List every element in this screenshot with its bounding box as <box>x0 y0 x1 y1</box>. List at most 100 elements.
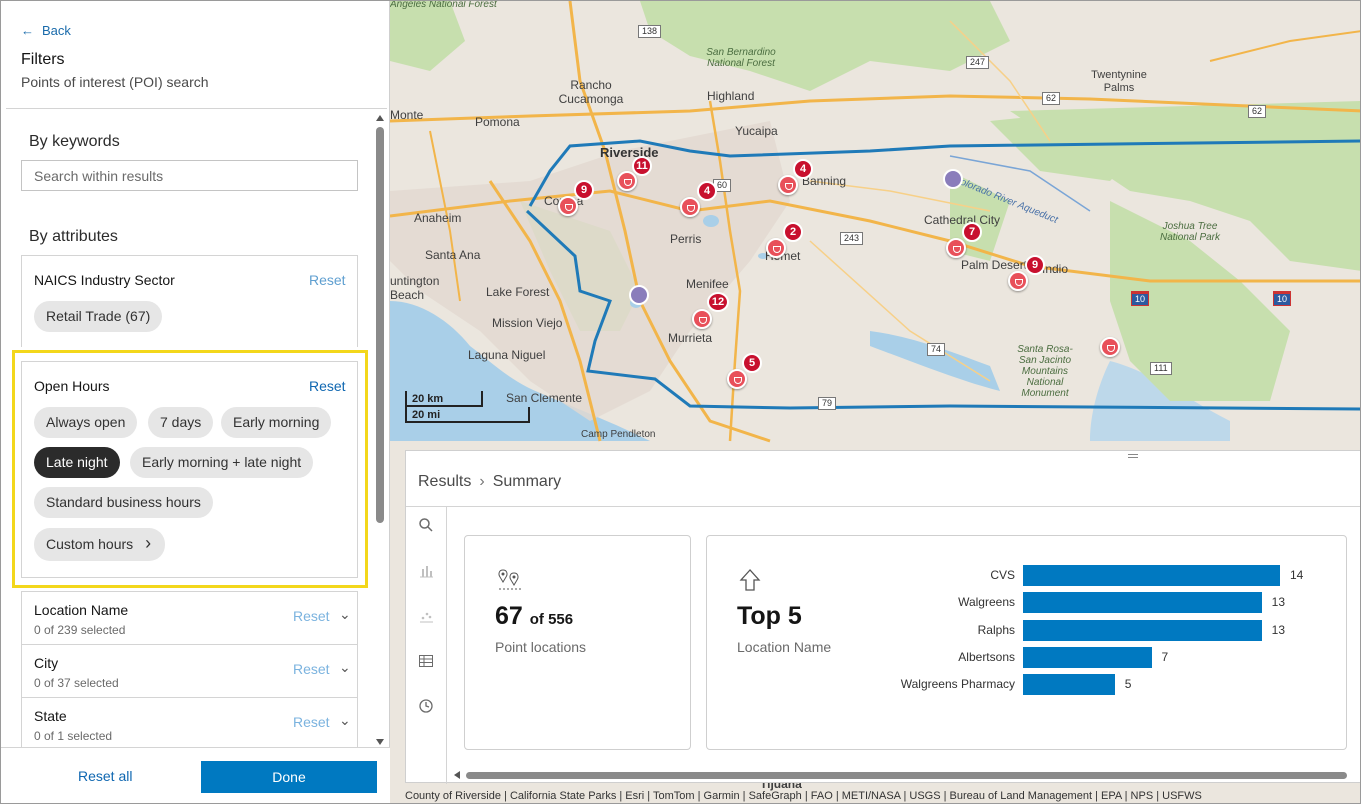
store-marker[interactable] <box>680 197 700 217</box>
store-marker[interactable] <box>778 175 798 195</box>
chip-standard-business-hours[interactable]: Standard business hours <box>34 487 213 518</box>
chevron-down-icon[interactable]: ⌄ <box>339 606 351 623</box>
bar-label: Albertsons <box>958 649 1015 664</box>
count-card: 67 of 556 Point locations <box>464 535 691 750</box>
bar-value: 7 <box>1161 649 1169 664</box>
bar[interactable] <box>1023 674 1115 696</box>
cluster-badge[interactable]: 4 <box>793 159 813 179</box>
cluster-badge[interactable]: 9 <box>574 180 594 200</box>
chip-late-night[interactable]: Late night <box>34 447 120 478</box>
count-value-group: 67 of 556 <box>495 602 573 631</box>
store-marker[interactable] <box>946 238 966 258</box>
chip-always-open[interactable]: Always open <box>34 407 138 438</box>
store-marker[interactable] <box>558 196 578 216</box>
back-label: Back <box>42 23 71 38</box>
map-label-city: Riverside <box>600 145 659 160</box>
scroll-down-icon[interactable] <box>376 739 384 745</box>
bar[interactable] <box>1023 565 1280 586</box>
scroll-thumb[interactable] <box>376 127 384 523</box>
chevron-down-icon[interactable]: ⌄ <box>339 659 351 676</box>
cluster-badge[interactable]: 9 <box>1025 255 1045 275</box>
location-name-filter[interactable]: Location Name 0 of 239 selected Reset ⌄ <box>21 591 358 645</box>
chevron-down-icon[interactable]: ⌄ <box>339 712 351 729</box>
location-name-reset-button[interactable]: Reset <box>293 608 330 624</box>
store-marker[interactable] <box>692 309 712 329</box>
arrow-left-icon: ← <box>21 23 34 38</box>
done-button[interactable]: Done <box>201 761 377 793</box>
breadcrumb-summary: Summary <box>492 473 562 490</box>
cluster-badge[interactable]: 5 <box>742 353 762 373</box>
store-marker[interactable] <box>1008 271 1028 291</box>
map-label-base: Camp Pendleton <box>581 429 656 440</box>
scale-mi: 20 mi <box>405 407 530 423</box>
bar-chart-icon[interactable] <box>418 563 434 583</box>
naics-title: NAICS Industry Sector <box>34 272 175 288</box>
city-filter[interactable]: City 0 of 37 selected Reset ⌄ <box>21 644 358 698</box>
naics-reset-button[interactable]: Reset <box>309 272 346 288</box>
app-window: ← Back Filters Points of interest (POI) s… <box>0 0 1361 804</box>
search-icon[interactable] <box>418 517 434 537</box>
bar[interactable] <box>1023 646 1152 668</box>
state-filter[interactable]: State 0 of 1 selected Reset ⌄ <box>21 697 358 747</box>
store-marker[interactable] <box>727 369 747 389</box>
open-hours-reset-button[interactable]: Reset <box>309 378 346 394</box>
state-title: State <box>34 708 67 724</box>
scroll-up-icon[interactable] <box>376 115 384 121</box>
poi-marker[interactable] <box>943 169 963 189</box>
panel-subtitle: Points of interest (POI) search <box>21 74 209 90</box>
count-caption: Point locations <box>495 639 587 655</box>
divider <box>1 747 390 748</box>
clock-icon[interactable] <box>418 698 434 718</box>
chip-early-morning[interactable]: Early morning <box>221 407 332 438</box>
bar[interactable] <box>1023 592 1262 614</box>
attributes-heading: By attributes <box>29 228 118 245</box>
map-label-park: Santa Rosa-San Jacinto Mountains Nationa… <box>1017 344 1073 399</box>
bar-label: Walgreens Pharmacy <box>900 677 1015 692</box>
resize-handle-icon[interactable] <box>1128 454 1138 458</box>
city-count: 0 of 37 selected <box>34 676 119 690</box>
back-link[interactable]: ← Back <box>21 23 71 38</box>
bar-value: 5 <box>1124 677 1132 692</box>
scatter-chart-icon[interactable] <box>418 608 434 628</box>
chip-retail-trade[interactable]: Retail Trade (67) <box>34 301 163 332</box>
bar-label: CVS <box>990 568 1015 582</box>
results-hscrollbar[interactable] <box>452 771 1347 779</box>
scroll-thumb[interactable] <box>466 772 1347 779</box>
scroll-left-icon[interactable] <box>454 771 460 779</box>
chip-7-days[interactable]: 7 days <box>148 407 214 438</box>
scale-km: 20 km <box>405 391 483 407</box>
keywords-heading: By keywords <box>29 133 120 150</box>
map-label-city: Menifee <box>686 277 729 291</box>
breadcrumb-separator: › <box>479 473 485 490</box>
route-shield: 62 <box>1248 105 1267 118</box>
results-tool-rail <box>406 507 447 784</box>
cluster-badge[interactable]: 2 <box>783 222 803 242</box>
reset-all-button[interactable]: Reset all <box>78 768 132 784</box>
breadcrumb: Results › Summary <box>418 473 561 491</box>
poi-marker[interactable] <box>629 285 649 305</box>
panel-scrollbar[interactable] <box>375 113 385 747</box>
map-label-city: Cathedral City <box>924 213 1001 227</box>
search-input[interactable]: Search within results <box>21 160 358 191</box>
store-marker[interactable] <box>1100 337 1120 357</box>
custom-hours-button[interactable]: Custom hours › <box>34 528 166 561</box>
interstate-shield: 10 <box>1273 291 1292 306</box>
state-reset-button[interactable]: Reset <box>293 714 330 730</box>
city-reset-button[interactable]: Reset <box>293 661 330 677</box>
cluster-badge[interactable]: 11 <box>632 156 652 176</box>
cluster-badge[interactable]: 4 <box>697 181 717 201</box>
cluster-badge[interactable]: 7 <box>962 222 982 242</box>
table-icon[interactable] <box>418 653 434 673</box>
count-total: of 556 <box>529 611 574 628</box>
breadcrumb-results[interactable]: Results <box>418 473 471 490</box>
map-label-park: San Bernardino National Forest <box>706 47 776 69</box>
bar[interactable] <box>1023 619 1262 641</box>
route-shield: 243 <box>840 232 864 245</box>
store-marker[interactable] <box>617 171 637 191</box>
panel-title: Filters <box>21 51 65 68</box>
store-marker[interactable] <box>766 238 786 258</box>
chip-early-morning-late-night[interactable]: Early morning + late night <box>130 447 314 478</box>
cluster-badge[interactable]: 12 <box>707 292 729 312</box>
results-panel: Results › Summary 67 of 556 Point location… <box>405 450 1360 784</box>
bar-value: 13 <box>1271 595 1285 610</box>
